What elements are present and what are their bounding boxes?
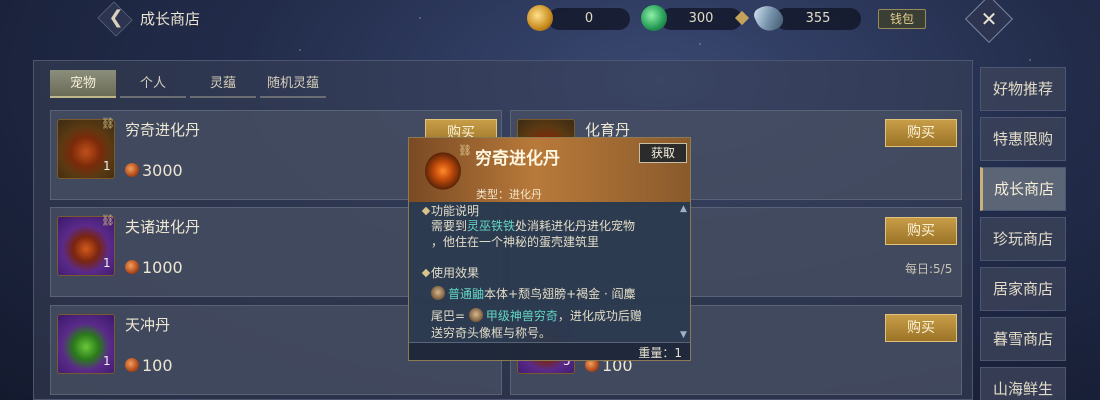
currency-jade-value: 300 bbox=[688, 11, 714, 26]
tab-personal[interactable]: 个人 bbox=[120, 70, 186, 98]
buy-button[interactable]: 购买 bbox=[885, 314, 957, 342]
item-name: 穷奇进化丹 bbox=[125, 121, 201, 139]
bullet-icon bbox=[421, 206, 431, 216]
beast-avatar-icon bbox=[468, 308, 483, 322]
effect-line: 送穷奇头像框与称号。 bbox=[431, 326, 552, 340]
category-home-shop[interactable]: 居家商店 bbox=[980, 267, 1066, 311]
item-icon bbox=[425, 152, 461, 190]
price-coin-icon bbox=[125, 260, 139, 274]
currency-gold: 0 bbox=[548, 8, 630, 30]
item-price: 1000 bbox=[142, 258, 183, 277]
item-price: 100 bbox=[142, 356, 173, 375]
effect-line: 普通鼬本体+颓鸟翅膀+褐金 · 阎麋 bbox=[431, 285, 636, 302]
crystal-icon bbox=[751, 0, 787, 36]
acquire-button[interactable]: 获取 bbox=[639, 143, 687, 163]
page-title: 成长商店 bbox=[140, 10, 201, 28]
beast-link[interactable]: 甲级神兽穷奇 bbox=[486, 309, 558, 323]
effect-line: 尾巴= 甲级神兽穷奇，进化成功后赠 bbox=[431, 308, 642, 323]
buy-button[interactable]: 购买 bbox=[885, 119, 957, 147]
item-price: 3000 bbox=[142, 161, 183, 180]
tab-pet[interactable]: 宠物 bbox=[50, 70, 116, 98]
item-tooltip: ⛓ 穷奇进化丹 获取 类型：进化丹 ▲ 功能说明 需要到灵巫铁铁处消耗进化丹进化… bbox=[408, 137, 691, 361]
description-line: 需要到灵巫铁铁处消耗进化丹进化宠物 bbox=[431, 219, 636, 233]
description-line: ，他住在一个神秘的蛋壳建筑里 bbox=[431, 235, 600, 249]
item-type: 类型：进化丹 bbox=[476, 188, 542, 201]
category-treasure-shop[interactable]: 珍玩商店 bbox=[980, 217, 1066, 261]
tooltip-header: ⛓ 穷奇进化丹 获取 类型：进化丹 bbox=[409, 138, 690, 202]
price-coin-icon bbox=[125, 163, 139, 177]
item-name: 天冲丹 bbox=[125, 316, 171, 334]
pet-link[interactable]: 普通鼬 bbox=[448, 287, 484, 301]
item-name: 夫诸进化丹 bbox=[125, 218, 201, 236]
top-bar: ❮ 成长商店 0 300 355 钱包 ✕ bbox=[0, 0, 1100, 44]
tab-random-lingyun[interactable]: 随机灵蕴 bbox=[260, 70, 326, 98]
gold-coin-icon bbox=[527, 5, 553, 31]
item-count: 1 bbox=[103, 159, 111, 173]
back-chevron-icon[interactable]: ❮ bbox=[105, 6, 127, 30]
jade-coin-icon bbox=[641, 5, 667, 31]
scroll-up-icon[interactable]: ▲ bbox=[680, 204, 687, 214]
category-limited-deals[interactable]: 特惠限购 bbox=[980, 117, 1066, 161]
tooltip-title: 穷奇进化丹 bbox=[475, 149, 560, 169]
npc-link[interactable]: 灵巫铁铁 bbox=[467, 219, 515, 233]
daily-limit: 每日:5/5 bbox=[905, 262, 953, 276]
currency-crystal: 355 bbox=[775, 8, 861, 30]
chain-icon: ⛓ bbox=[101, 214, 115, 227]
currency-jade: 300 bbox=[660, 8, 742, 30]
close-icon[interactable]: ✕ bbox=[975, 5, 1003, 33]
scroll-down-icon[interactable]: ▼ bbox=[680, 330, 687, 340]
bullet-icon bbox=[421, 268, 431, 278]
chain-icon: ⛓ bbox=[101, 117, 115, 130]
category-muxue-shop[interactable]: 暮雪商店 bbox=[980, 317, 1066, 361]
category-shanhai-fresh[interactable]: 山海鲜生 bbox=[980, 367, 1066, 400]
chain-icon: ⛓ bbox=[458, 144, 472, 157]
category-growth-shop[interactable]: 成长商店 bbox=[980, 167, 1066, 211]
currency-crystal-value: 355 bbox=[805, 11, 831, 26]
buy-button[interactable]: 购买 bbox=[885, 217, 957, 245]
pet-avatar-icon bbox=[431, 286, 445, 300]
currency-gold-value: 0 bbox=[584, 11, 594, 26]
wallet-button[interactable]: 钱包 bbox=[878, 9, 926, 29]
item-count: 1 bbox=[103, 256, 111, 270]
item-weight: 重量：1 bbox=[638, 346, 682, 360]
item-count: 1 bbox=[103, 354, 111, 368]
section-title: 使用效果 bbox=[431, 266, 480, 280]
category-recommended[interactable]: 好物推荐 bbox=[980, 67, 1066, 111]
tooltip-footer: 重量：1 bbox=[409, 342, 690, 360]
price-coin-icon bbox=[125, 358, 139, 372]
tab-lingyun[interactable]: 灵蕴 bbox=[190, 70, 256, 98]
